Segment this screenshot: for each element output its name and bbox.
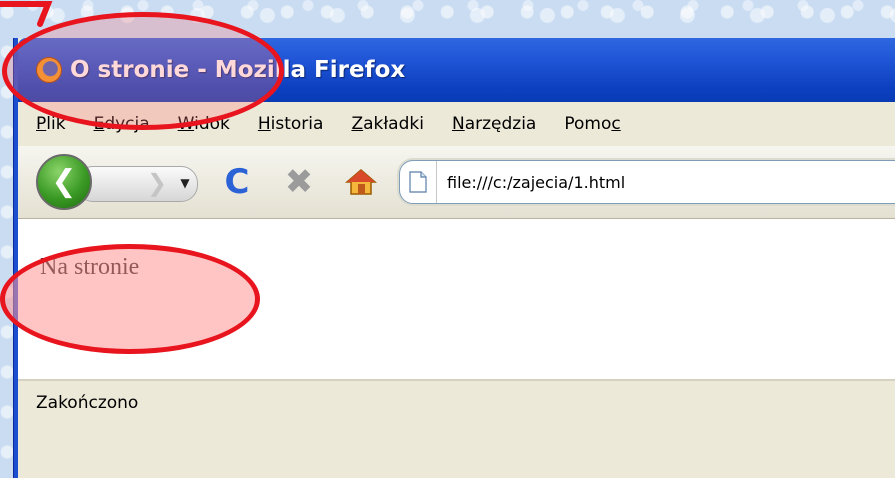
menu-bar: Plik Edycja Widok Historia Zakładki Narz… [18, 102, 895, 146]
menu-edycja[interactable]: Edycja [94, 114, 150, 134]
menu-zakladki[interactable]: Zakładki [351, 114, 424, 134]
annotation-arrow [0, 1, 53, 27]
browser-window: O stronie - Mozilla Firefox Plik Edycja … [14, 38, 895, 478]
url-input[interactable] [437, 171, 749, 193]
back-icon: ❮ [51, 164, 77, 199]
history-dropdown-button[interactable]: ▼ [176, 170, 194, 196]
page-icon [400, 161, 437, 203]
forward-button[interactable]: ❯ [142, 168, 172, 198]
firefox-icon [36, 57, 62, 83]
menu-pomoc[interactable]: Pomoc [564, 114, 620, 134]
status-bar: Zakończono [18, 379, 895, 425]
back-button[interactable]: ❮ [36, 154, 92, 210]
menu-historia[interactable]: Historia [258, 114, 324, 134]
page-text: Na stronie [40, 254, 140, 280]
window-title: O stronie - Mozilla Firefox [70, 57, 406, 83]
title-bar[interactable]: O stronie - Mozilla Firefox [18, 38, 895, 102]
menu-narzedzia[interactable]: Narzędzia [452, 114, 536, 134]
page-content: Na stronie [18, 219, 895, 379]
url-bar[interactable] [399, 160, 895, 204]
reload-button[interactable]: C [211, 156, 263, 208]
reload-icon: C [224, 162, 250, 202]
navigation-toolbar: ❮ ❯ ▼ C ✖ [18, 146, 895, 219]
menu-plik[interactable]: Plik [36, 114, 66, 134]
status-text: Zakończono [36, 393, 139, 413]
stop-icon: ✖ [284, 162, 314, 202]
dropdown-icon: ▼ [180, 176, 190, 190]
back-forward-group: ❮ ❯ ▼ [36, 154, 201, 210]
stop-button[interactable]: ✖ [273, 156, 325, 208]
forward-icon: ❯ [146, 169, 168, 197]
home-icon [345, 169, 377, 195]
menu-widok[interactable]: Widok [178, 114, 230, 134]
home-button[interactable] [335, 156, 387, 208]
